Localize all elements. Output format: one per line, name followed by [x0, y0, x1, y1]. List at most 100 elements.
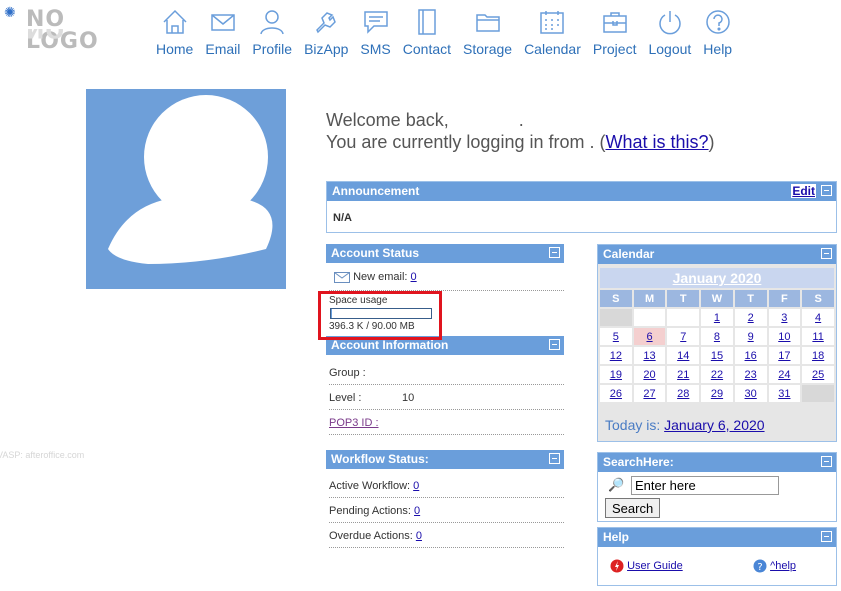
help-minimize-button[interactable]: [821, 531, 832, 542]
calendar-day-link[interactable]: 23: [745, 369, 757, 381]
calendar-day-link[interactable]: 19: [610, 369, 622, 381]
calendar-day-link[interactable]: 14: [677, 350, 689, 362]
calendar-day-link[interactable]: 6: [646, 331, 652, 343]
user-guide-link[interactable]: User Guide: [627, 560, 683, 572]
help-link[interactable]: ^help: [770, 560, 796, 572]
active-workflow-label: Active Workflow:: [329, 480, 411, 492]
calendar-day-link[interactable]: 10: [778, 331, 790, 343]
nav-home[interactable]: Home: [156, 8, 193, 64]
workflow-header: Workflow Status:: [326, 450, 564, 469]
calendar-day-cell: 24: [768, 366, 801, 383]
calendar-day-link[interactable]: 12: [610, 350, 622, 362]
nav-logout[interactable]: Logout: [648, 8, 691, 64]
calendar-header: Calendar: [598, 245, 836, 264]
calendar-day-link[interactable]: 26: [610, 388, 622, 400]
welcome-line-1: Welcome back,.: [326, 110, 524, 130]
search-title: SearchHere:: [603, 455, 674, 469]
calendar-day-link[interactable]: 28: [677, 388, 689, 400]
calendar-day-link[interactable]: 22: [711, 369, 723, 381]
help-panel: Help User Guide ? ^help: [597, 527, 837, 586]
envelope-icon: [334, 271, 350, 283]
calendar-day-link[interactable]: 5: [613, 331, 619, 343]
nav-logout-label: Logout: [648, 41, 692, 57]
active-workflow-link[interactable]: 0: [413, 480, 419, 492]
nav-help[interactable]: Help: [703, 8, 732, 64]
calendar-day-link[interactable]: 29: [711, 388, 723, 400]
calendar-day-link[interactable]: 25: [812, 369, 824, 381]
nav-help-label: Help: [703, 41, 733, 57]
nav-bizapp[interactable]: BizApp: [304, 8, 348, 64]
calendar-day-cell: 21: [667, 366, 700, 383]
account-info-minimize-button[interactable]: [549, 339, 560, 350]
announcement-minimize-button[interactable]: [821, 185, 832, 196]
pending-actions-link[interactable]: 0: [414, 505, 420, 517]
calendar-day-link[interactable]: 8: [714, 331, 720, 343]
announcement-panel: Announcement Edit N/A: [326, 181, 837, 233]
workflow-minimize-button[interactable]: [549, 453, 560, 464]
calendar-day-cell: 3: [768, 309, 801, 326]
nav-storage[interactable]: Storage: [463, 8, 512, 64]
calendar-empty-cell: [600, 309, 632, 326]
new-email-label: New email:: [353, 271, 408, 283]
search-input[interactable]: [631, 476, 779, 495]
calendar-day-link[interactable]: 18: [812, 350, 824, 362]
calendar-day-link[interactable]: 2: [748, 312, 754, 324]
nav-bizapp-label: BizApp: [304, 41, 349, 57]
calendar-minimize-button[interactable]: [821, 248, 832, 259]
calendar-day-link[interactable]: 20: [643, 369, 655, 381]
watermark: VASP: afteroffice.com: [0, 450, 85, 460]
calendar-day-cell: 11: [802, 328, 834, 345]
pop3-id-link[interactable]: POP3 ID :: [329, 417, 379, 429]
what-is-this-link[interactable]: What is this?: [605, 132, 708, 152]
calendar-day-link[interactable]: 15: [711, 350, 723, 362]
announcement-edit-link[interactable]: Edit: [791, 184, 816, 198]
calendar-day-cell: 31: [768, 385, 801, 402]
help-icon: [705, 10, 730, 34]
today-link[interactable]: January 6, 2020: [664, 417, 764, 433]
calendar-day-link[interactable]: 21: [677, 369, 689, 381]
calendar-day-link[interactable]: 7: [680, 331, 686, 343]
calendar-day-link[interactable]: 9: [748, 331, 754, 343]
project-icon: [602, 12, 627, 33]
calendar-day-link[interactable]: 30: [745, 388, 757, 400]
overdue-actions-link[interactable]: 0: [416, 530, 422, 542]
calendar-day-link[interactable]: 17: [778, 350, 790, 362]
calendar-weekday: W: [701, 290, 733, 307]
account-status-minimize-button[interactable]: [549, 247, 560, 258]
calendar-month-link[interactable]: January 2020: [673, 270, 762, 286]
divider: [329, 409, 564, 410]
nav-contact[interactable]: Contact: [403, 8, 451, 64]
calendar-day-cell: 1: [701, 309, 733, 326]
calendar-day-link[interactable]: 31: [778, 388, 790, 400]
calendar-day-cell: 26: [600, 385, 632, 402]
calendar-day-link[interactable]: 1: [714, 312, 720, 324]
pending-actions-row: Pending Actions: 0: [329, 505, 420, 517]
search-minimize-button[interactable]: [821, 456, 832, 467]
calendar-day-cell: 8: [701, 328, 733, 345]
new-email-count-link[interactable]: 0: [411, 271, 417, 283]
nav-email-label: Email: [205, 41, 241, 57]
calendar-day-link[interactable]: 4: [815, 312, 821, 324]
calendar-weekday: M: [633, 290, 666, 307]
overdue-actions-row: Overdue Actions: 0: [329, 530, 422, 542]
calendar-day-cell: 15: [701, 347, 733, 364]
calendar-day-cell: 30: [734, 385, 767, 402]
calendar-day-link[interactable]: 16: [745, 350, 757, 362]
search-button[interactable]: Search: [605, 498, 661, 518]
nav-calendar[interactable]: Calendar: [524, 8, 581, 64]
nav-sms[interactable]: SMS: [360, 8, 391, 64]
calendar-empty-cell: [667, 309, 700, 326]
calendar-day-cell: 16: [734, 347, 767, 364]
user-guide-icon: [610, 559, 624, 573]
calendar-day-link[interactable]: 27: [643, 388, 655, 400]
calendar-day-cell: 12: [600, 347, 632, 364]
account-info-title: Account Information: [331, 338, 449, 352]
calendar-day-link[interactable]: 11: [812, 331, 823, 343]
nav-project[interactable]: Project: [593, 8, 636, 64]
calendar-day-link[interactable]: 13: [643, 350, 655, 362]
nav-email[interactable]: Email: [205, 8, 240, 64]
calendar-day-link[interactable]: 3: [781, 312, 787, 324]
calendar-day-link[interactable]: 24: [778, 369, 790, 381]
calendar-week: 1 2 3 4: [600, 309, 834, 326]
nav-profile[interactable]: Profile: [252, 8, 292, 64]
